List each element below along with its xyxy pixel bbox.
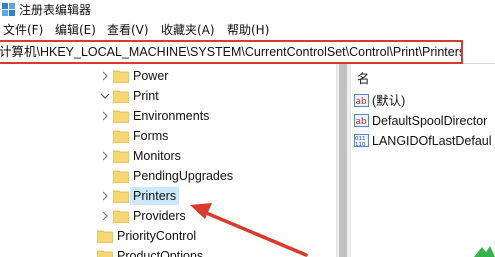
watermark-icon (474, 246, 495, 257)
svg-text:ab: ab (356, 97, 368, 107)
value-row-langidoflastdefault[interactable]: 011 110 LANGIDOfLastDefaul (354, 131, 495, 151)
title-bar: 注册表编辑器 (0, 0, 495, 20)
value-row-default[interactable]: ab (默认) (354, 91, 495, 111)
value-name: LANGIDOfLastDefaul (372, 134, 492, 148)
tree-item-label: PriorityControl (117, 229, 197, 243)
string-value-icon: ab (354, 114, 369, 127)
menu-view[interactable]: 查看(V) (107, 22, 149, 38)
menu-edit[interactable]: 编辑(E) (55, 22, 96, 38)
menu-help[interactable]: 帮助(H) (227, 22, 269, 38)
chevron-right-icon[interactable] (100, 111, 110, 121)
chevron-right-icon[interactable] (100, 211, 110, 221)
tree-scrollbar[interactable] (336, 64, 350, 257)
registry-editor-icon (2, 3, 15, 16)
column-header-name[interactable]: 名 (357, 68, 370, 87)
chevron-down-icon[interactable] (100, 91, 110, 101)
folder-icon (113, 110, 129, 123)
value-name: DefaultSpoolDirector (372, 114, 488, 128)
string-value-icon: ab (354, 94, 369, 107)
menu-favorites[interactable]: 收藏夹(A) (161, 22, 215, 38)
svg-text:ab: ab (356, 117, 368, 127)
chevron-right-icon[interactable] (100, 71, 110, 81)
folder-icon (113, 190, 129, 203)
menu-file[interactable]: 文件(F) (3, 22, 43, 38)
tree-item-label: Printers (130, 187, 180, 205)
address-path: 计算机\HKEY_LOCAL_MACHINE\SYSTEM\CurrentCon… (0, 45, 463, 59)
folder-icon (97, 230, 113, 243)
address-input[interactable]: 计算机\HKEY_LOCAL_MACHINE\SYSTEM\CurrentCon… (0, 40, 463, 64)
binary-value-icon: 011 110 (354, 134, 369, 147)
tree-item-label: Providers (133, 209, 186, 223)
folder-icon (113, 170, 129, 183)
folder-icon (113, 210, 129, 223)
window-title: 注册表编辑器 (19, 3, 92, 17)
tree-item-label: Forms (133, 129, 169, 143)
scrollbar-thumb[interactable] (339, 64, 347, 257)
folder-icon (113, 150, 129, 163)
svg-text:110: 110 (355, 142, 366, 147)
tree-item-label: PendingUpgrades (133, 169, 234, 183)
value-row-defaultspooldirectory[interactable]: ab DefaultSpoolDirector (354, 111, 495, 131)
folder-icon (113, 130, 129, 143)
annotation-arrow (190, 203, 308, 257)
folder-icon (113, 70, 129, 83)
chevron-right-icon[interactable] (100, 191, 110, 201)
tree-item-label: Print (133, 89, 159, 103)
tree-item-label: Environments (133, 109, 210, 123)
tree-item-label: Power (133, 69, 169, 83)
value-name: (默认) (372, 94, 406, 108)
value-list: 名 ab (默认) ab DefaultSpoolDirector 011 11… (350, 64, 495, 257)
tree-item-label: Monitors (133, 149, 181, 163)
folder-open-icon (113, 90, 129, 103)
chevron-right-icon[interactable] (100, 151, 110, 161)
folder-icon (97, 250, 113, 257)
